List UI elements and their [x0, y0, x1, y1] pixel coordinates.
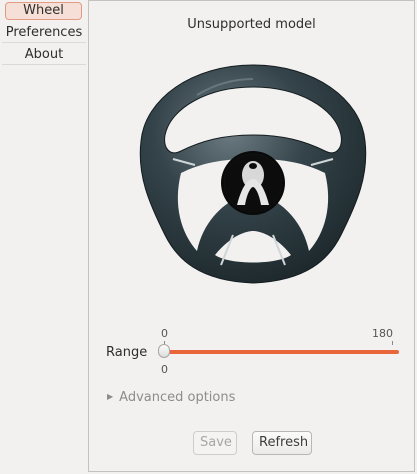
expander-arrow-icon: ▶: [107, 392, 114, 401]
range-slider-knob[interactable]: [158, 344, 170, 358]
save-button[interactable]: Save: [193, 431, 237, 455]
wheel-panel: Unsupported model Range 0 180 0 ▶ Advanc…: [88, 0, 415, 472]
sidebar-item-preferences[interactable]: Preferences: [2, 23, 86, 43]
advanced-options-expander[interactable]: ▶ Advanced options: [107, 390, 235, 405]
steering-wheel-image: [139, 64, 367, 284]
range-max-tick: [392, 341, 393, 345]
range-value-label: 0: [161, 363, 168, 376]
refresh-button[interactable]: Refresh: [252, 431, 312, 455]
sidebar: Wheel Preferences About: [0, 0, 88, 474]
range-max-label: 180: [372, 327, 393, 340]
range-label: Range: [106, 345, 148, 360]
advanced-options-label: Advanced options: [119, 390, 236, 405]
page-title: Unsupported model: [187, 17, 316, 32]
sidebar-item-about[interactable]: About: [2, 45, 86, 65]
range-min-label: 0: [161, 327, 168, 340]
range-slider-track[interactable]: [167, 350, 399, 354]
sidebar-item-wheel[interactable]: Wheel: [5, 2, 82, 20]
